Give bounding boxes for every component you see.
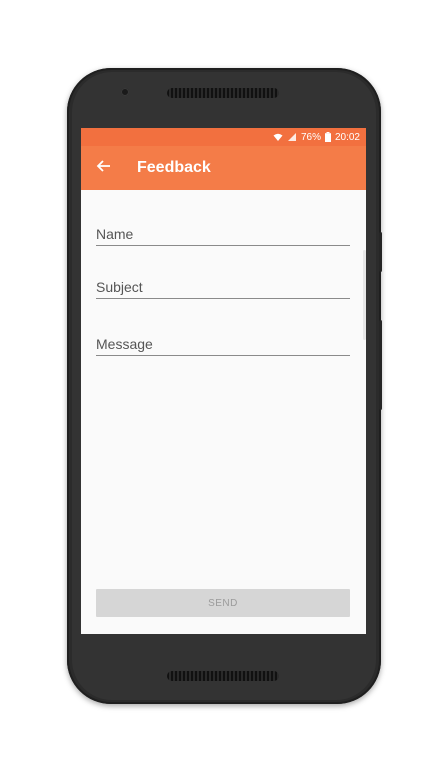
name-underline [96,245,350,246]
back-button[interactable] [81,146,125,190]
subject-underline [96,298,350,299]
top-speaker [167,88,279,98]
screen: 76% 20:02 Feedback SEND [81,128,366,634]
status-bar: 76% 20:02 [81,128,366,146]
name-field[interactable] [96,212,350,246]
name-input[interactable] [96,226,350,242]
status-time: 20:02 [334,131,360,143]
arrow-back-icon [95,158,111,179]
volume-button [379,232,382,272]
signal-icon [287,132,297,142]
front-camera [121,88,129,96]
page-title: Feedback [137,159,211,176]
app-bar: Feedback [81,146,366,190]
message-underline [96,355,350,356]
send-button[interactable]: SEND [96,589,350,617]
scroll-indicator [363,250,366,340]
power-button [379,320,382,410]
bottom-speaker [167,671,279,681]
message-input[interactable] [96,336,350,352]
subject-field[interactable] [96,265,350,299]
battery-icon [324,132,331,142]
wifi-icon [273,132,283,142]
message-field[interactable] [96,322,350,356]
subject-input[interactable] [96,279,350,295]
battery-percent: 76% [300,131,321,143]
